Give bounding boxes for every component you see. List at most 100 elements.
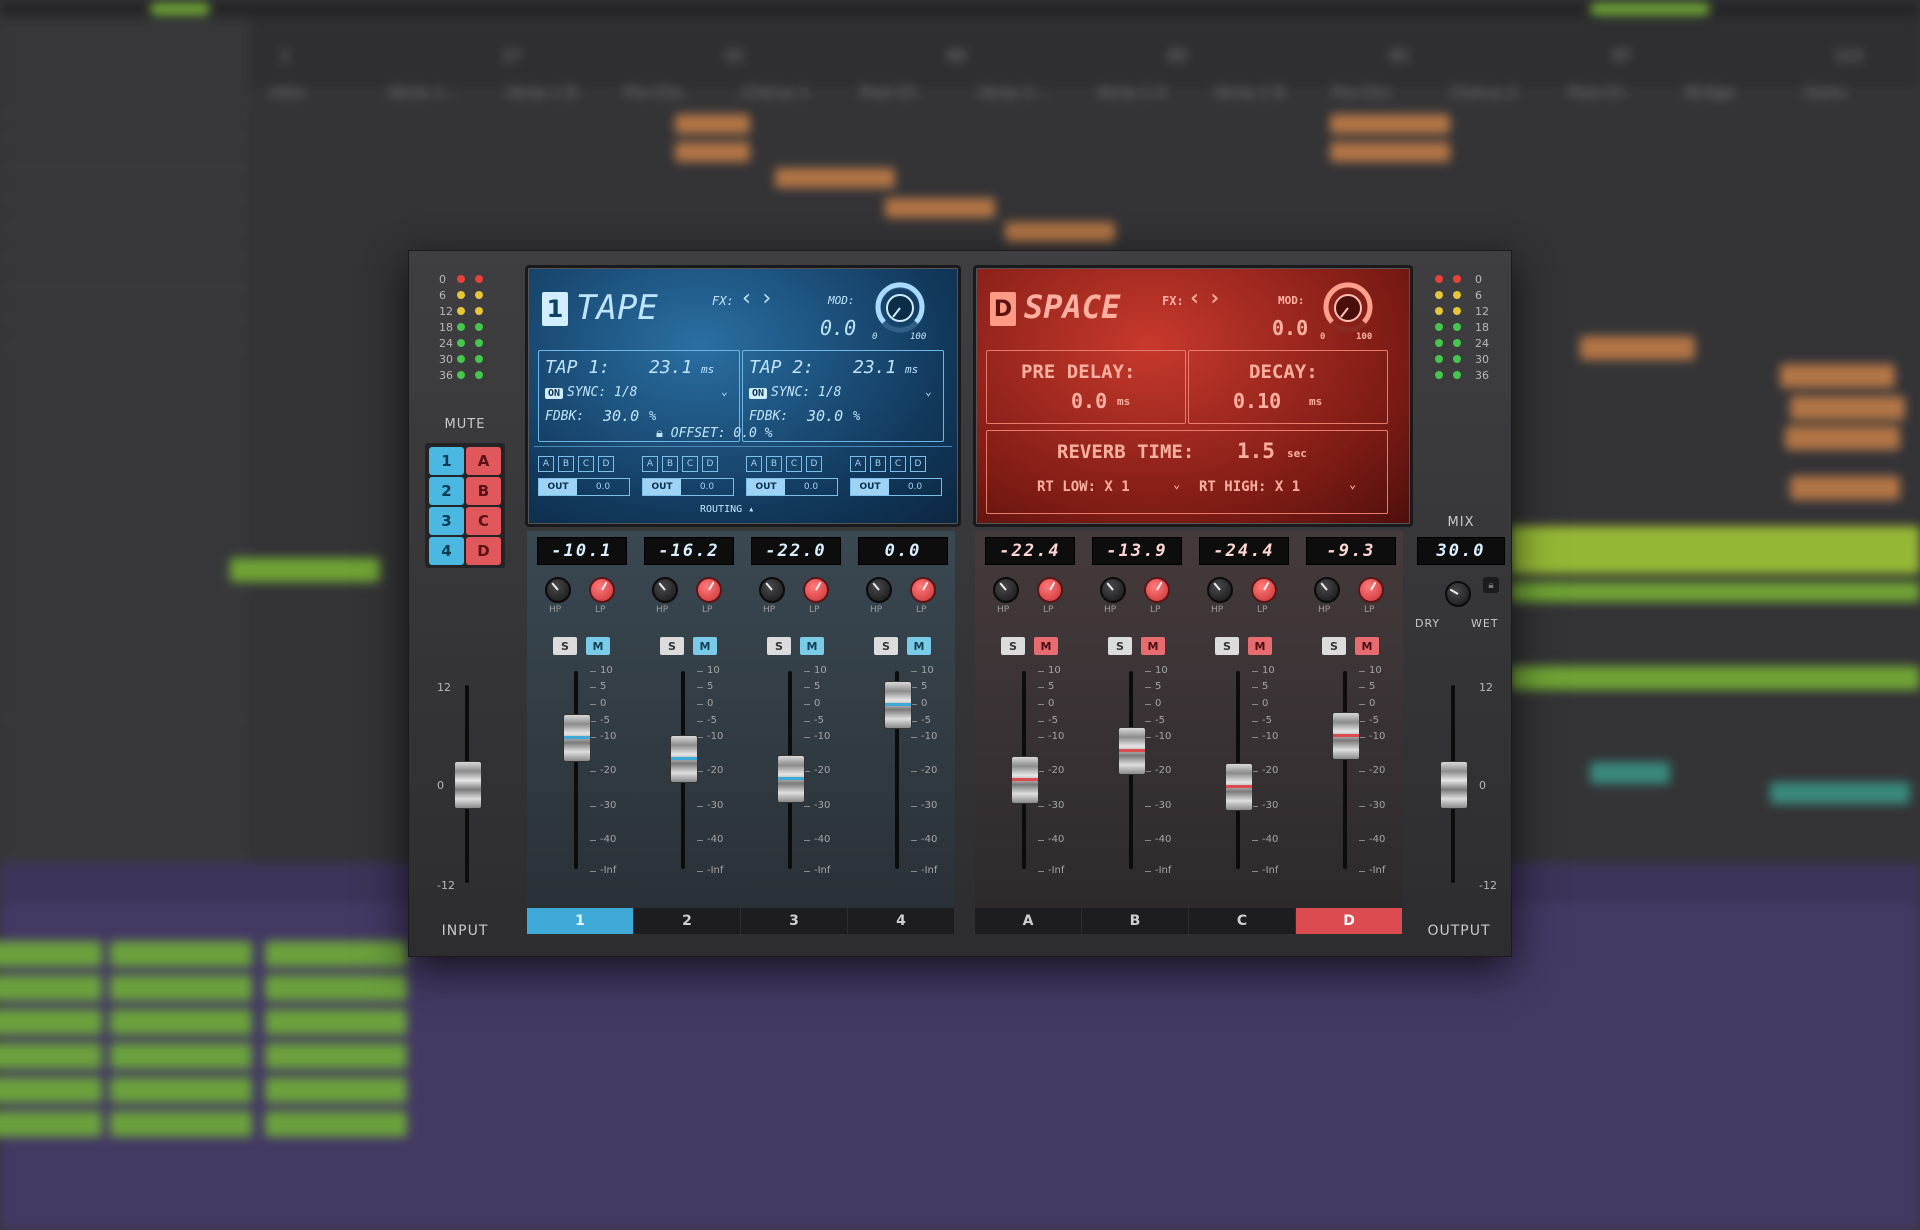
- routing-toggle-a[interactable]: A: [746, 456, 762, 472]
- mute-button-2[interactable]: 2: [429, 477, 464, 505]
- tape-slot-number[interactable]: 1: [542, 292, 568, 326]
- rt-high-select[interactable]: RT HIGH: X 1: [1199, 479, 1300, 495]
- mix-lock-icon[interactable]: 🔒︎: [1483, 577, 1499, 593]
- tape-mod-value[interactable]: 0.0: [820, 316, 856, 340]
- tape-fx-prev-icon[interactable]: ‹: [740, 286, 753, 311]
- routing-toggle-c[interactable]: C: [890, 456, 906, 472]
- channel-fader-handle[interactable]: [777, 755, 805, 803]
- mix-knob[interactable]: [1445, 581, 1471, 607]
- channel-fader-handle[interactable]: [1332, 711, 1360, 760]
- routing-out-value[interactable]: 0.0: [681, 479, 733, 495]
- solo-button[interactable]: S: [1215, 637, 1239, 655]
- mute-button[interactable]: M: [1034, 637, 1058, 655]
- routing-toggle-d[interactable]: D: [806, 456, 822, 472]
- space-fx-prev-icon[interactable]: ‹: [1188, 286, 1201, 311]
- mute-button-c[interactable]: C: [466, 507, 501, 535]
- channel-level-readout[interactable]: -10.1: [537, 537, 627, 565]
- tap1-fdbk-value[interactable]: 30.0: [603, 407, 639, 425]
- solo-button[interactable]: S: [767, 637, 791, 655]
- tap2-value[interactable]: 23.1: [853, 357, 896, 378]
- space-fx-next-icon[interactable]: ›: [1208, 286, 1221, 311]
- channel-tab-3[interactable]: 3: [741, 908, 847, 934]
- solo-button[interactable]: S: [660, 637, 684, 655]
- tap2-sync-chevron-down-icon[interactable]: ⌄: [925, 385, 932, 398]
- routing-out-value[interactable]: 0.0: [577, 479, 629, 495]
- hp-knob[interactable]: [759, 577, 785, 603]
- tap2-sync[interactable]: SYNC: 1/8: [771, 385, 841, 400]
- channel-fader-track[interactable]: [574, 671, 578, 869]
- channel-fader-track[interactable]: [1343, 671, 1347, 869]
- lp-knob[interactable]: [1144, 577, 1170, 603]
- mute-button[interactable]: M: [1355, 637, 1379, 655]
- channel-fader-handle[interactable]: [670, 735, 698, 784]
- solo-button[interactable]: S: [553, 637, 577, 655]
- routing-toggle-c[interactable]: C: [682, 456, 698, 472]
- mute-button[interactable]: M: [1141, 637, 1165, 655]
- channel-fader-handle[interactable]: [1118, 727, 1146, 776]
- mute-button[interactable]: M: [1248, 637, 1272, 655]
- channel-tab-2[interactable]: 2: [634, 908, 740, 934]
- lp-knob[interactable]: [1037, 577, 1063, 603]
- solo-button[interactable]: S: [1108, 637, 1132, 655]
- channel-fader-handle[interactable]: [1011, 756, 1039, 805]
- solo-button[interactable]: S: [1322, 637, 1346, 655]
- hp-knob[interactable]: [866, 577, 892, 603]
- mute-button-1[interactable]: 1: [429, 447, 464, 475]
- lp-knob[interactable]: [1251, 577, 1277, 603]
- tap1-value[interactable]: 23.1: [649, 357, 692, 378]
- channel-level-readout[interactable]: -9.3: [1306, 537, 1396, 565]
- channel-tab-1[interactable]: 1: [527, 908, 633, 934]
- routing-out-level[interactable]: OUT 0.0: [850, 478, 942, 496]
- lp-knob[interactable]: [589, 577, 615, 603]
- channel-tab-c[interactable]: C: [1189, 908, 1295, 934]
- routing-toggle-a[interactable]: A: [642, 456, 658, 472]
- output-fader-handle[interactable]: [1440, 761, 1468, 809]
- mute-button-b[interactable]: B: [466, 477, 501, 505]
- routing-toggle-d[interactable]: D: [598, 456, 614, 472]
- routing-toggle[interactable]: ROUTING ▴: [700, 504, 754, 515]
- routing-toggle-a[interactable]: A: [538, 456, 554, 472]
- channel-level-readout[interactable]: -24.4: [1199, 537, 1289, 565]
- lp-knob[interactable]: [910, 577, 936, 603]
- tap2-fdbk-value[interactable]: 30.0: [807, 407, 843, 425]
- routing-toggle-c[interactable]: C: [786, 456, 802, 472]
- hp-knob[interactable]: [652, 577, 678, 603]
- space-mod-knob-icon[interactable]: [1322, 282, 1374, 334]
- mix-value[interactable]: 30.0: [1417, 537, 1505, 565]
- routing-out-level[interactable]: OUT 0.0: [642, 478, 734, 496]
- routing-toggle-b[interactable]: B: [662, 456, 678, 472]
- routing-toggle-c[interactable]: C: [578, 456, 594, 472]
- mute-button-4[interactable]: 4: [429, 537, 464, 565]
- mute-button-3[interactable]: 3: [429, 507, 464, 535]
- lp-knob[interactable]: [1358, 577, 1384, 603]
- hp-knob[interactable]: [1314, 577, 1340, 603]
- hp-knob[interactable]: [1207, 577, 1233, 603]
- reverb-time-value[interactable]: 1.5: [1237, 439, 1275, 463]
- channel-fader-handle[interactable]: [563, 714, 591, 763]
- channel-tab-4[interactable]: 4: [848, 908, 954, 934]
- routing-toggle-b[interactable]: B: [558, 456, 574, 472]
- routing-out-level[interactable]: OUT 0.0: [746, 478, 838, 496]
- routing-out-value[interactable]: 0.0: [785, 479, 837, 495]
- rt-low-select[interactable]: RT LOW: X 1: [1037, 479, 1130, 495]
- lp-knob[interactable]: [803, 577, 829, 603]
- mute-button[interactable]: M: [907, 637, 931, 655]
- channel-fader-handle[interactable]: [884, 681, 912, 729]
- rt-high-chevron-down-icon[interactable]: ⌄: [1349, 477, 1356, 491]
- tap1-sync-chevron-down-icon[interactable]: ⌄: [721, 385, 728, 398]
- hp-knob[interactable]: [1100, 577, 1126, 603]
- tap1-sync[interactable]: SYNC: 1/8: [567, 385, 637, 400]
- mute-button[interactable]: M: [586, 637, 610, 655]
- routing-toggle-b[interactable]: B: [766, 456, 782, 472]
- offset-value[interactable]: 0.0: [733, 426, 756, 441]
- routing-out-level[interactable]: OUT 0.0: [538, 478, 630, 496]
- tape-mod-knob-icon[interactable]: [874, 282, 926, 334]
- channel-level-readout[interactable]: -13.9: [1092, 537, 1182, 565]
- tap1-on-toggle[interactable]: ON: [545, 388, 564, 399]
- space-mod-value[interactable]: 0.0: [1272, 316, 1308, 340]
- mute-button-a[interactable]: A: [466, 447, 501, 475]
- space-slot-letter[interactable]: D: [990, 292, 1016, 326]
- channel-level-readout[interactable]: -16.2: [644, 537, 734, 565]
- mute-button[interactable]: M: [693, 637, 717, 655]
- mute-button[interactable]: M: [800, 637, 824, 655]
